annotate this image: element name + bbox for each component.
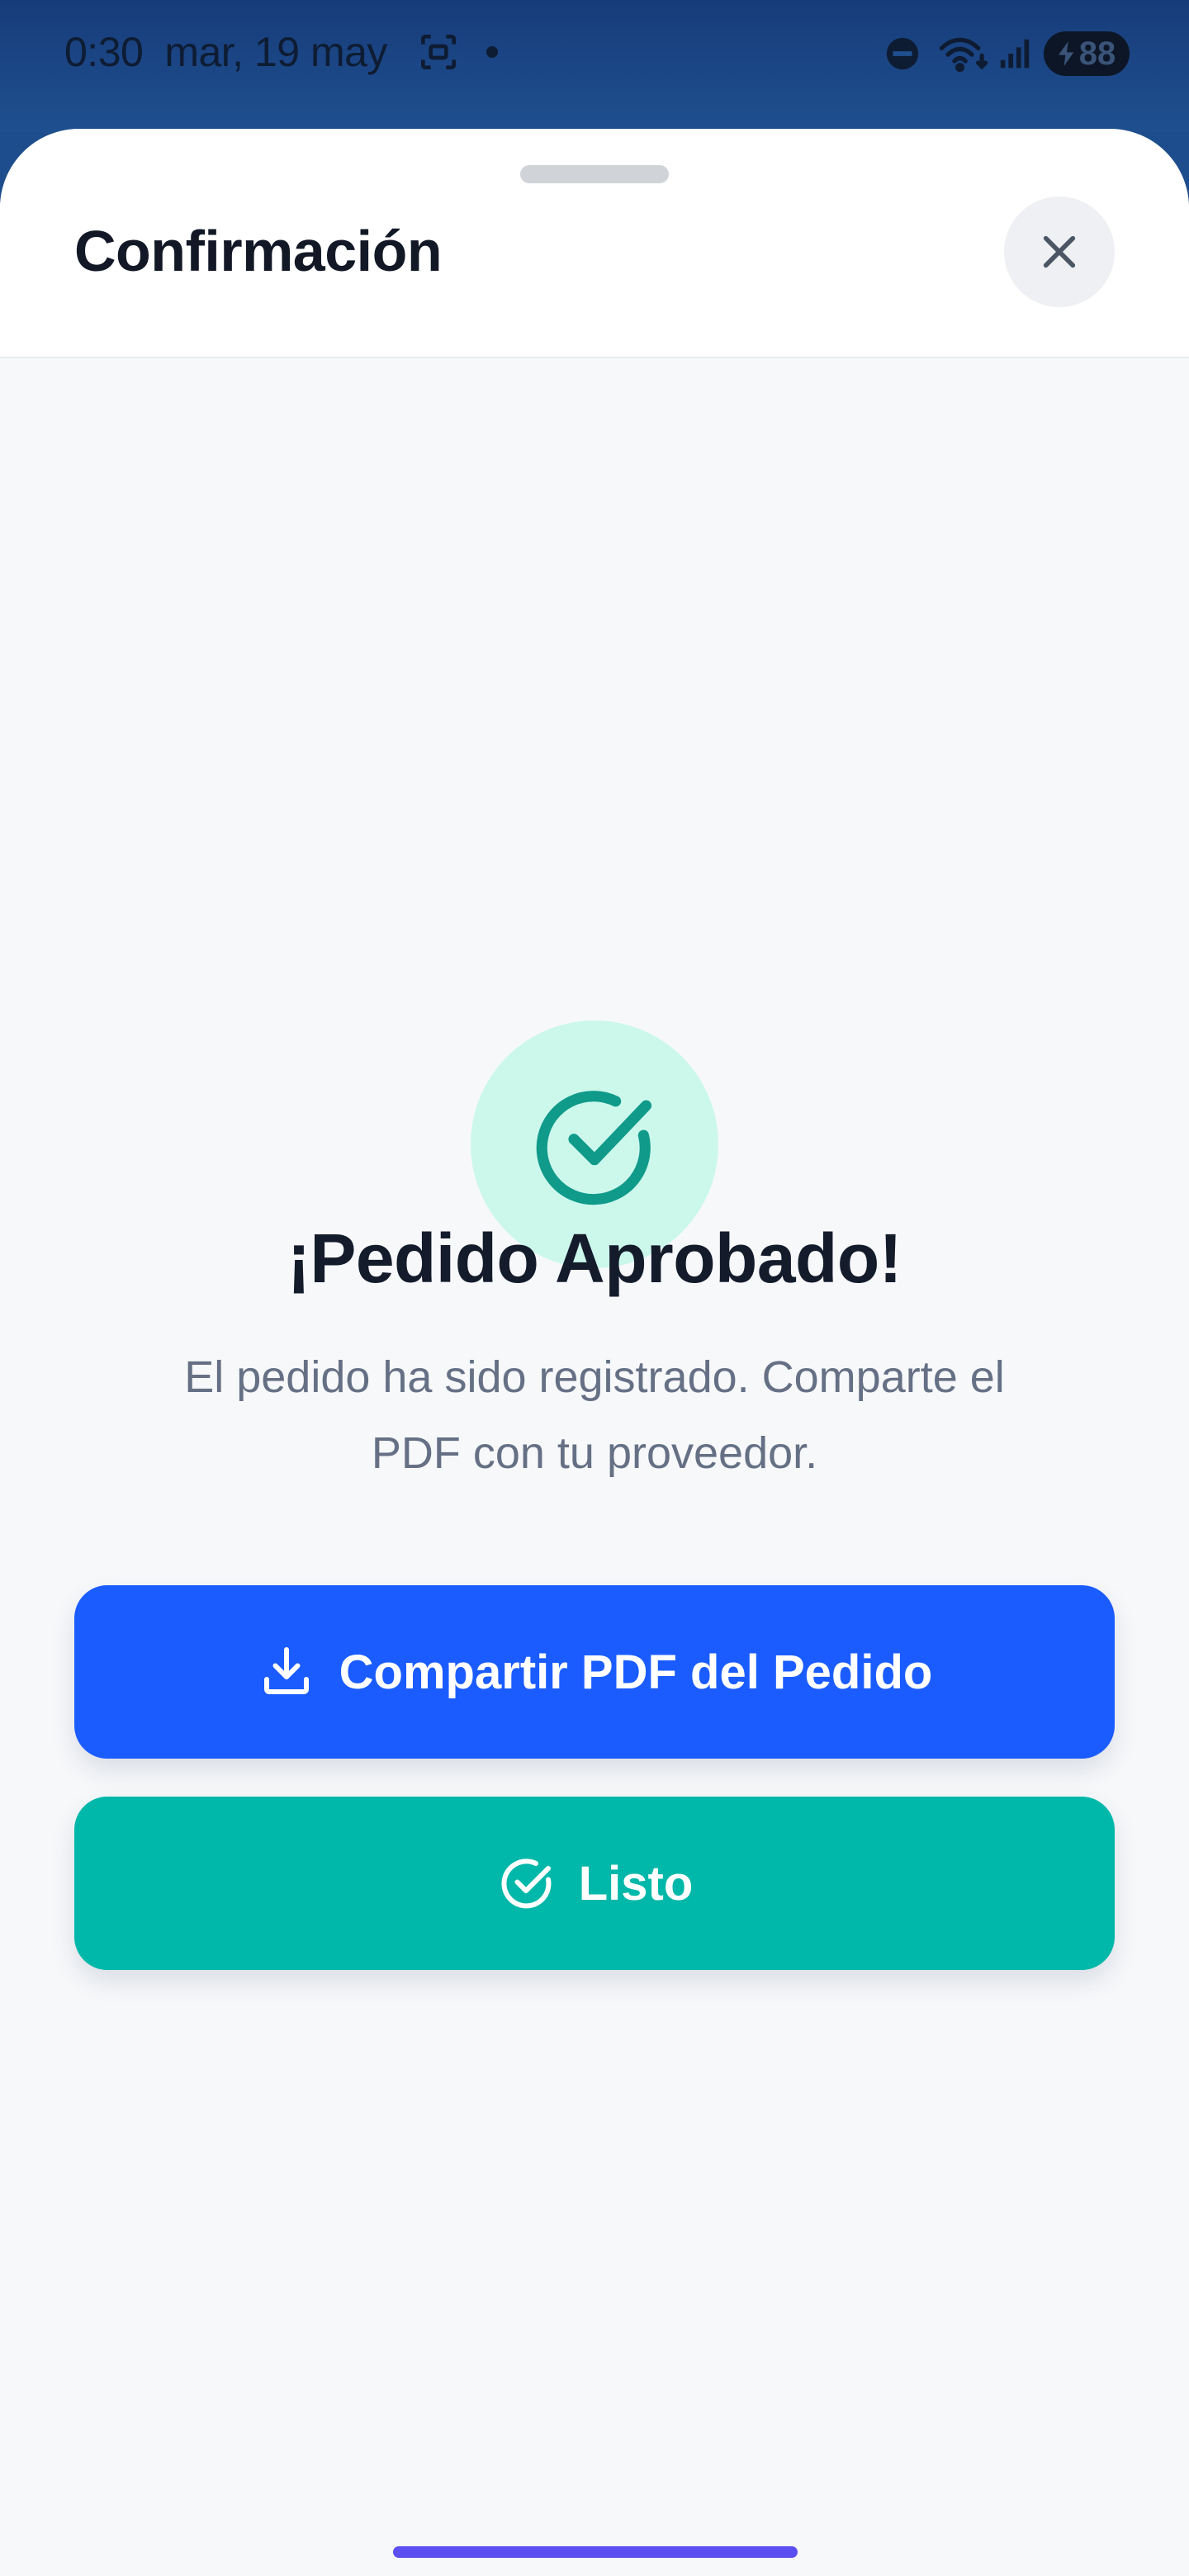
close-button[interactable]: [1004, 197, 1115, 307]
success-message: El pedido ha sido registrado. Comparte e…: [184, 1352, 1005, 1478]
battery-level: 88: [1078, 35, 1116, 72]
status-time: 0:30: [64, 29, 144, 75]
signal-icon: [1000, 39, 1030, 69]
success-title: ¡Pedido Aprobado!: [287, 1219, 902, 1297]
battery-indicator: 88: [1044, 31, 1130, 76]
drag-handle[interactable]: [520, 165, 669, 183]
status-right: 88: [883, 31, 1130, 76]
share-pdf-button[interactable]: Compartir PDF del Pedido: [74, 1585, 1115, 1759]
home-indicator[interactable]: [393, 2546, 798, 2558]
do-not-disturb-icon: [886, 37, 919, 70]
close-icon: [1043, 235, 1076, 268]
screenshot-icon: [420, 35, 456, 69]
status-bar: 0:30 mar, 19 may 88: [0, 0, 1189, 132]
notification-dot: [486, 46, 498, 58]
share-pdf-label: Compartir PDF del Pedido: [339, 1645, 933, 1699]
sheet-header: Confirmación: [0, 129, 1189, 358]
sheet-title: Confirmación: [74, 219, 443, 283]
charging-bolt-icon: [1058, 41, 1074, 66]
done-label: Listo: [578, 1856, 694, 1911]
done-button[interactable]: Listo: [74, 1797, 1115, 1970]
status-date: mar, 19 may: [164, 29, 387, 75]
check-circle-icon: [501, 1859, 552, 1909]
check-circle-icon: [536, 1091, 652, 1205]
download-icon: [263, 1647, 309, 1694]
confirmation-sheet: Confirmación ¡Pedido Aprobado! El pedido…: [0, 129, 1189, 2576]
wifi-icon: [939, 37, 988, 73]
status-left: 0:30 mar, 19 may: [64, 28, 498, 76]
